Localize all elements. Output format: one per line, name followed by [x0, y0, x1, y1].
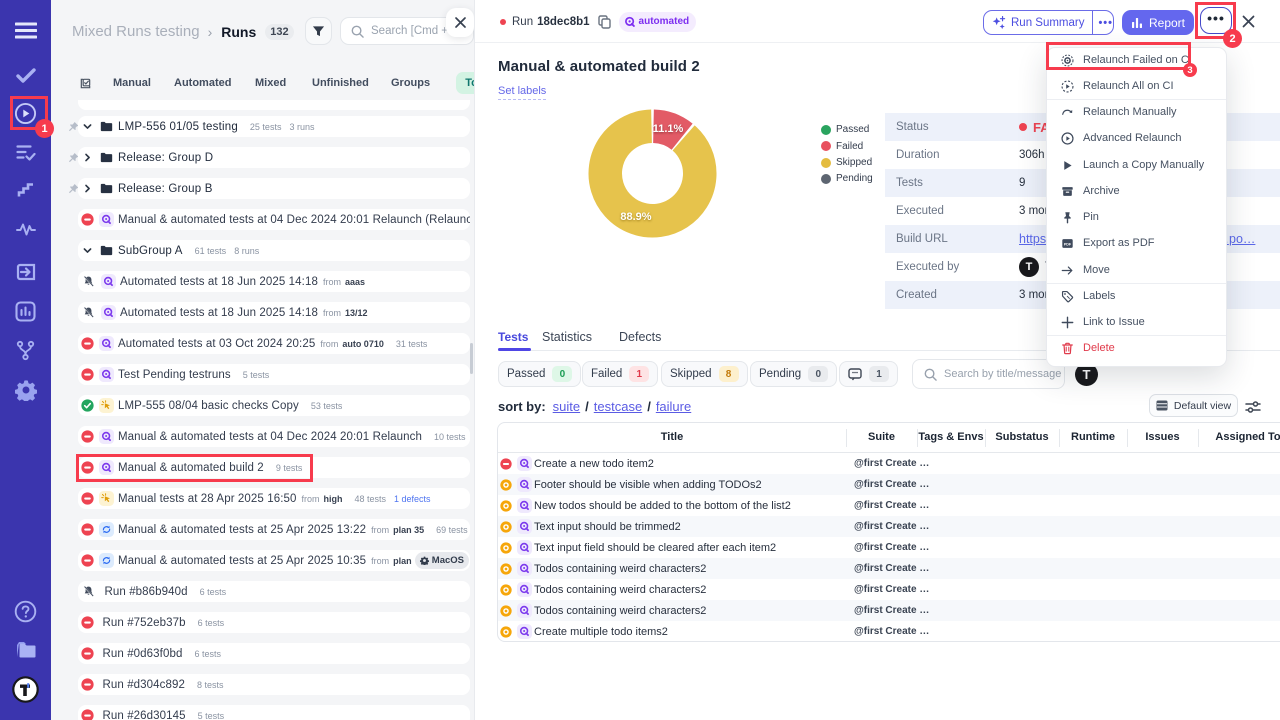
svg-text:11.1%: 11.1%: [653, 123, 684, 135]
svg-text:PDF: PDF: [1064, 242, 1072, 246]
svg-text:88.9%: 88.9%: [620, 211, 651, 223]
